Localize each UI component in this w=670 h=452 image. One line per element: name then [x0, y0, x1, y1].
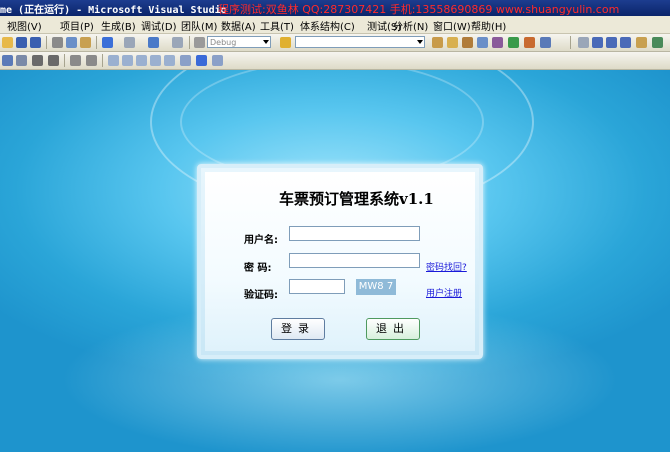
- open-icon[interactable]: [2, 37, 13, 48]
- menu-debug[interactable]: 调试(D): [141, 18, 177, 33]
- login-title: 车票预订管理系统v1.1: [279, 190, 434, 208]
- find-combo[interactable]: [295, 36, 425, 48]
- configuration-value: Debug: [210, 38, 237, 47]
- toolbar-separator: [570, 36, 571, 49]
- captcha-input[interactable]: [289, 279, 345, 294]
- save-all-icon[interactable]: [30, 37, 41, 48]
- menu-tools[interactable]: 工具(T): [260, 18, 294, 33]
- restart-icon[interactable]: [620, 37, 631, 48]
- bookmark-icon[interactable]: [108, 55, 119, 66]
- toolbar-separator: [46, 36, 47, 49]
- promo-text: 程序测试:双鱼林 QQ:287307421 手机:13558690869 www…: [218, 3, 620, 16]
- properties-icon[interactable]: [447, 37, 458, 48]
- pause-icon[interactable]: [592, 37, 603, 48]
- undo-icon[interactable]: [102, 37, 113, 48]
- param-info-icon[interactable]: [16, 55, 27, 66]
- chevron-down-icon: [263, 40, 269, 44]
- prev-bookmark-folder-icon[interactable]: [150, 55, 161, 66]
- password-label: 密 码:: [244, 263, 272, 274]
- continue-icon[interactable]: [578, 37, 589, 48]
- indent-icon[interactable]: [48, 55, 59, 66]
- window-title: me (正在运行) - Microsoft Visual Studio: [0, 5, 227, 16]
- captcha-label: 验证码:: [244, 290, 278, 301]
- window-titlebar: me (正在运行) - Microsoft Visual Studio 程序测试…: [0, 0, 670, 16]
- copy-icon[interactable]: [66, 37, 77, 48]
- uncomment-icon[interactable]: [86, 55, 97, 66]
- menu-project[interactable]: 项目(P): [60, 18, 94, 33]
- login-button[interactable]: 登录: [271, 318, 325, 340]
- menu-view[interactable]: 视图(V): [7, 18, 42, 33]
- next-bookmark-icon[interactable]: [136, 55, 147, 66]
- cut-icon[interactable]: [52, 37, 63, 48]
- menu-analyze[interactable]: 分析(N): [393, 18, 428, 33]
- solution-explorer-icon[interactable]: [432, 37, 443, 48]
- forgot-password-link[interactable]: 密码找回?: [426, 260, 467, 273]
- text-editor-toolbar: [0, 52, 670, 70]
- comment-icon[interactable]: [70, 55, 81, 66]
- toolbar-separator: [64, 54, 65, 67]
- next-bookmark-folder-icon[interactable]: [164, 55, 175, 66]
- username-label: 用户名:: [244, 235, 278, 246]
- captcha-image[interactable]: MW8 7: [356, 279, 396, 295]
- start-icon[interactable]: [194, 37, 205, 48]
- toolbox-icon[interactable]: [462, 37, 473, 48]
- toolbar-separator: [189, 36, 190, 49]
- outdent-icon[interactable]: [32, 55, 43, 66]
- toolbar-separator: [102, 54, 103, 67]
- username-input[interactable]: [289, 226, 420, 241]
- menu-architecture[interactable]: 体系结构(C): [300, 18, 355, 33]
- stop-icon[interactable]: [606, 37, 617, 48]
- save-icon[interactable]: [16, 37, 27, 48]
- menu-window[interactable]: 窗口(W): [433, 18, 471, 33]
- paste-icon[interactable]: [80, 37, 91, 48]
- step-over-icon[interactable]: [652, 37, 663, 48]
- menu-bar: 视图(V) 项目(P) 生成(B) 调试(D) 团队(M) 数据(A) 工具(T…: [0, 16, 670, 34]
- output-icon[interactable]: [508, 37, 519, 48]
- clear-bookmarks-icon[interactable]: [180, 55, 191, 66]
- navigate-icon[interactable]: [148, 37, 159, 48]
- prev-bookmark-icon[interactable]: [122, 55, 133, 66]
- menu-help[interactable]: 帮助(H): [471, 18, 506, 33]
- windows-icon[interactable]: [540, 37, 551, 48]
- navigate-forward-icon[interactable]: [172, 37, 183, 48]
- object-browser-icon[interactable]: [477, 37, 488, 48]
- chevron-down-icon: [417, 40, 423, 44]
- configuration-select[interactable]: Debug: [207, 36, 271, 48]
- format-icon[interactable]: [196, 55, 207, 66]
- exit-button[interactable]: 退出: [366, 318, 420, 340]
- more-icon[interactable]: [212, 55, 223, 66]
- toolbar-separator: [96, 36, 97, 49]
- standard-toolbar: Debug: [0, 34, 670, 52]
- step-into-icon[interactable]: [636, 37, 647, 48]
- error-list-icon[interactable]: [524, 37, 535, 48]
- class-view-icon[interactable]: [492, 37, 503, 48]
- menu-team[interactable]: 团队(M): [181, 18, 217, 33]
- redo-icon[interactable]: [124, 37, 135, 48]
- register-link[interactable]: 用户注册: [426, 286, 462, 299]
- menu-build[interactable]: 生成(B): [101, 18, 136, 33]
- password-input[interactable]: [289, 253, 420, 268]
- menu-data[interactable]: 数据(A): [221, 18, 256, 33]
- find-icon[interactable]: [280, 37, 291, 48]
- quick-info-icon[interactable]: [2, 55, 13, 66]
